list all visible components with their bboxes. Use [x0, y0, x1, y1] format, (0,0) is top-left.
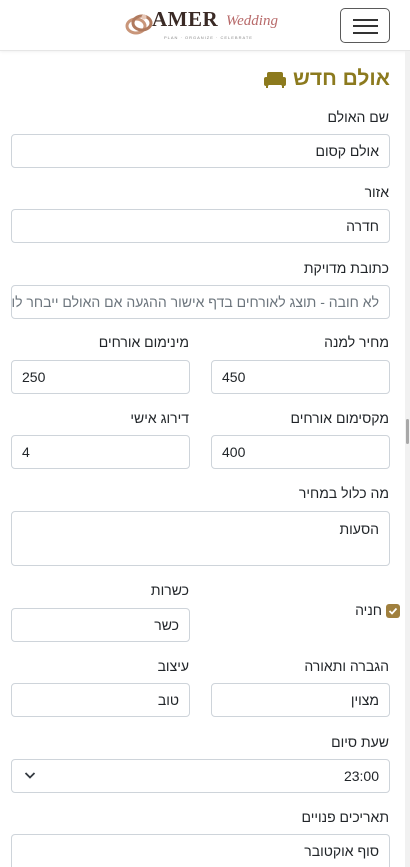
kosher-label: כשרות	[150, 582, 189, 598]
page-title: אולם חדש	[263, 63, 390, 95]
navbar: AMER Wedding PLAN · ORGANIZE · CELEBRATE	[0, 0, 410, 51]
region-input[interactable]: חדרה	[11, 209, 390, 243]
design-label: עיצוב	[157, 658, 189, 674]
hall-name-input[interactable]: אולם קסום	[11, 134, 390, 168]
parking-checkbox[interactable]	[386, 604, 400, 618]
rating-label: דירוג אישי	[130, 410, 189, 426]
brand-logo[interactable]: AMER Wedding PLAN · ORGANIZE · CELEBRATE	[122, 3, 278, 49]
included-label: מה כלול במחיר	[298, 485, 389, 501]
free-dates-input[interactable]: סוף אוקטובר	[11, 834, 390, 867]
logo-main-text: AMER	[152, 7, 219, 31]
region-label: אזור	[364, 184, 389, 200]
hamburger-line	[353, 25, 378, 27]
included-textarea[interactable]: הסעות	[11, 511, 390, 566]
max-guests-input[interactable]: 400	[211, 435, 390, 469]
menu-toggle-button[interactable]	[340, 8, 390, 43]
scrollbar-thumb[interactable]	[406, 419, 409, 444]
end-time-select[interactable]: 23:00	[11, 759, 390, 793]
address-placeholder: לא חובה - תוצג לאורחים בדף אישור ההגעה א…	[11, 294, 379, 310]
logo-tagline: PLAN · ORGANIZE · CELEBRATE	[164, 35, 253, 40]
free-dates-label: תאריכים פנויים	[301, 809, 390, 825]
end-time-label: שעת סיום	[331, 734, 389, 750]
chevron-down-icon	[24, 772, 36, 779]
design-input[interactable]: טוב	[11, 683, 190, 717]
min-guests-label: מינימום אורחים	[98, 334, 189, 350]
price-label: מחיר למנה	[324, 334, 389, 350]
rating-input[interactable]: 4	[11, 435, 190, 469]
sofa-icon	[263, 72, 286, 88]
address-input[interactable]: לא חובה - תוצג לאורחים בדף אישור ההגעה א…	[11, 285, 390, 319]
max-guests-label: מקסימום אורחים	[290, 410, 389, 426]
sound-light-input[interactable]: מצוין	[211, 683, 390, 717]
page-title-text: אולם חדש	[292, 67, 390, 90]
hamburger-line	[353, 19, 378, 21]
price-input[interactable]: 450	[211, 360, 390, 394]
rings-icon	[125, 14, 153, 35]
checkmark-icon	[388, 607, 398, 615]
hamburger-line	[353, 32, 378, 34]
logo-script-text: Wedding	[226, 13, 278, 29]
parking-label[interactable]: חניה	[355, 602, 382, 618]
kosher-input[interactable]: כשר	[11, 608, 190, 642]
hall-name-label: שם האולם	[327, 109, 389, 125]
min-guests-input[interactable]: 250	[11, 360, 190, 394]
sound-light-label: הגברה ותאורה	[304, 658, 389, 674]
address-label: כתובת מדויקת	[303, 260, 389, 276]
scrollbar-track[interactable]	[405, 51, 410, 867]
